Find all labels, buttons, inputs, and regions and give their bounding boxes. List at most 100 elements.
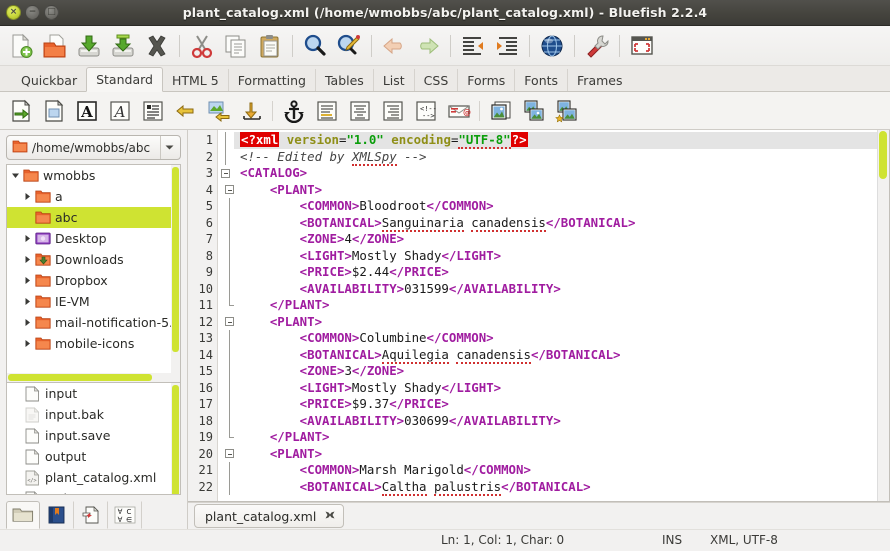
file-list[interactable]: input input.bak input.save output </> pl…	[6, 382, 181, 495]
window-close-button[interactable]: ×	[6, 5, 21, 20]
path-combobox[interactable]: /home/wmobbs/abc	[6, 135, 181, 160]
paragraph-icon[interactable]	[136, 96, 169, 126]
indent-icon[interactable]	[490, 29, 524, 63]
code-line[interactable]: <AVAILABILITY>030699</AVAILABILITY>	[234, 413, 877, 430]
tab-standard[interactable]: Standard	[86, 67, 163, 92]
code-line[interactable]: <PRICE>$9.37</PRICE>	[234, 396, 877, 413]
fold-marker[interactable]	[218, 379, 234, 396]
list-item[interactable]: input	[7, 383, 180, 404]
undo-icon[interactable]	[377, 29, 411, 63]
code-line[interactable]: <COMMON>Bloodroot</COMMON>	[234, 198, 877, 215]
code-line[interactable]: <COMMON>Columbine</COMMON>	[234, 330, 877, 347]
code-line[interactable]: <PLANT>	[234, 182, 877, 199]
code-line[interactable]: <AVAILABILITY>031599</AVAILABILITY>	[234, 281, 877, 298]
fold-marker[interactable]	[218, 396, 234, 413]
fold-marker[interactable]	[218, 247, 234, 264]
close-icon[interactable]	[323, 509, 337, 523]
find-icon[interactable]	[298, 29, 332, 63]
bold-icon[interactable]: A	[70, 96, 103, 126]
code-line[interactable]: <BOTANICAL>Caltha palustris</BOTANICAL>	[234, 478, 877, 496]
code-line[interactable]: <BOTANICAL>Aquilegia canadensis</BOTANIC…	[234, 346, 877, 364]
preview-browser-icon[interactable]	[535, 29, 569, 63]
tree-row[interactable]: Downloads	[7, 249, 180, 270]
chevron-down-icon[interactable]	[9, 165, 22, 186]
comment-icon[interactable]: <!-- -->	[409, 96, 442, 126]
align-right-icon[interactable]	[376, 96, 409, 126]
tab-tables[interactable]: Tables	[314, 69, 373, 91]
tree-row[interactable]: a	[7, 186, 180, 207]
save-as-icon[interactable]	[106, 29, 140, 63]
multi-thumbnail-icon[interactable]	[550, 96, 583, 126]
list-item[interactable]: output	[7, 446, 180, 467]
tab-quickbar[interactable]: Quickbar	[12, 69, 86, 91]
code-text-area[interactable]: <?xml version="1.0" encoding="UTF-8"?> <!…	[234, 130, 877, 501]
editor-vertical-scrollbar[interactable]	[877, 130, 889, 501]
fold-marker[interactable]	[218, 429, 234, 446]
tree-row[interactable]: IE-VM	[7, 291, 180, 312]
filebrowser-tab-icon[interactable]	[6, 501, 40, 529]
tab-forms[interactable]: Forms	[457, 69, 514, 91]
quickstart-icon[interactable]	[4, 96, 37, 126]
list-item[interactable]: input.save	[7, 425, 180, 446]
email-icon[interactable]: @	[442, 96, 475, 126]
code-line[interactable]: </PLANT>	[234, 297, 877, 314]
tree-row[interactable]: mobile-icons	[7, 333, 180, 354]
code-line[interactable]: <COMMON>Marsh Marigold</COMMON>	[234, 462, 877, 479]
unindent-icon[interactable]	[456, 29, 490, 63]
chevron-down-icon[interactable]	[160, 136, 178, 159]
fold-marker[interactable]	[218, 446, 234, 463]
tree-row-selected[interactable]: abc	[7, 207, 180, 228]
open-file-icon[interactable]	[38, 29, 72, 63]
tab-frames[interactable]: Frames	[567, 69, 631, 91]
italic-icon[interactable]: A	[103, 96, 136, 126]
fold-marker[interactable]	[218, 478, 234, 495]
insert-mode-status[interactable]: INS	[662, 533, 682, 547]
chevron-right-icon[interactable]	[21, 291, 34, 312]
window-maximize-button[interactable]: □	[44, 5, 59, 20]
body-icon[interactable]	[37, 96, 70, 126]
tree-row[interactable]: Dropbox	[7, 270, 180, 291]
code-line[interactable]: <!-- Edited by XMLSpy -->	[234, 148, 877, 166]
code-line[interactable]: <PLANT>	[234, 446, 877, 463]
cut-icon[interactable]	[185, 29, 219, 63]
save-file-icon[interactable]	[72, 29, 106, 63]
replace-icon[interactable]	[332, 29, 366, 63]
code-line[interactable]: <ZONE>4</ZONE>	[234, 231, 877, 248]
fold-marker[interactable]	[218, 165, 234, 182]
tab-css[interactable]: CSS	[413, 69, 458, 91]
fold-marker[interactable]	[218, 363, 234, 380]
scrollbar-thumb[interactable]	[8, 374, 152, 381]
code-line[interactable]: <PRICE>$2.44</PRICE>	[234, 264, 877, 281]
copy-icon[interactable]	[219, 29, 253, 63]
fold-marker[interactable]	[218, 231, 234, 248]
list-item[interactable]: script	[7, 488, 180, 494]
fold-marker[interactable]	[218, 330, 234, 347]
fold-marker[interactable]	[218, 182, 234, 199]
tree-vertical-scrollbar[interactable]	[171, 165, 180, 382]
image-icon[interactable]	[484, 96, 517, 126]
fold-marker[interactable]	[218, 264, 234, 281]
chevron-right-icon[interactable]	[21, 270, 34, 291]
fold-marker[interactable]	[218, 198, 234, 215]
scrollbar-thumb[interactable]	[172, 385, 179, 494]
fold-marker[interactable]	[218, 462, 234, 479]
window-minimize-button[interactable]: −	[25, 5, 40, 20]
chevron-right-icon[interactable]	[21, 186, 34, 207]
tab-list[interactable]: List	[372, 69, 414, 91]
redo-icon[interactable]	[411, 29, 445, 63]
scrollbar-thumb[interactable]	[172, 167, 179, 352]
preferences-icon[interactable]	[580, 29, 614, 63]
bookmarks-tab-icon[interactable]	[40, 501, 74, 529]
scrollbar-thumb[interactable]	[879, 131, 887, 179]
code-fold-column[interactable]	[218, 130, 234, 501]
code-line[interactable]: <LIGHT>Mostly Shady</LIGHT>	[234, 248, 877, 265]
list-item[interactable]: input.bak	[7, 404, 180, 425]
code-line[interactable]: <?xml version="1.0" encoding="UTF-8"?>	[234, 132, 877, 149]
list-item[interactable]: </> plant_catalog.xml	[7, 467, 180, 488]
fold-marker[interactable]	[218, 297, 234, 314]
code-line[interactable]: </PLANT>	[234, 429, 877, 446]
characters-tab-icon[interactable]: ∀ C ∀ ∈	[108, 501, 142, 529]
paste-icon[interactable]	[253, 29, 287, 63]
chevron-right-icon[interactable]	[21, 333, 34, 354]
align-center-icon[interactable]	[343, 96, 376, 126]
